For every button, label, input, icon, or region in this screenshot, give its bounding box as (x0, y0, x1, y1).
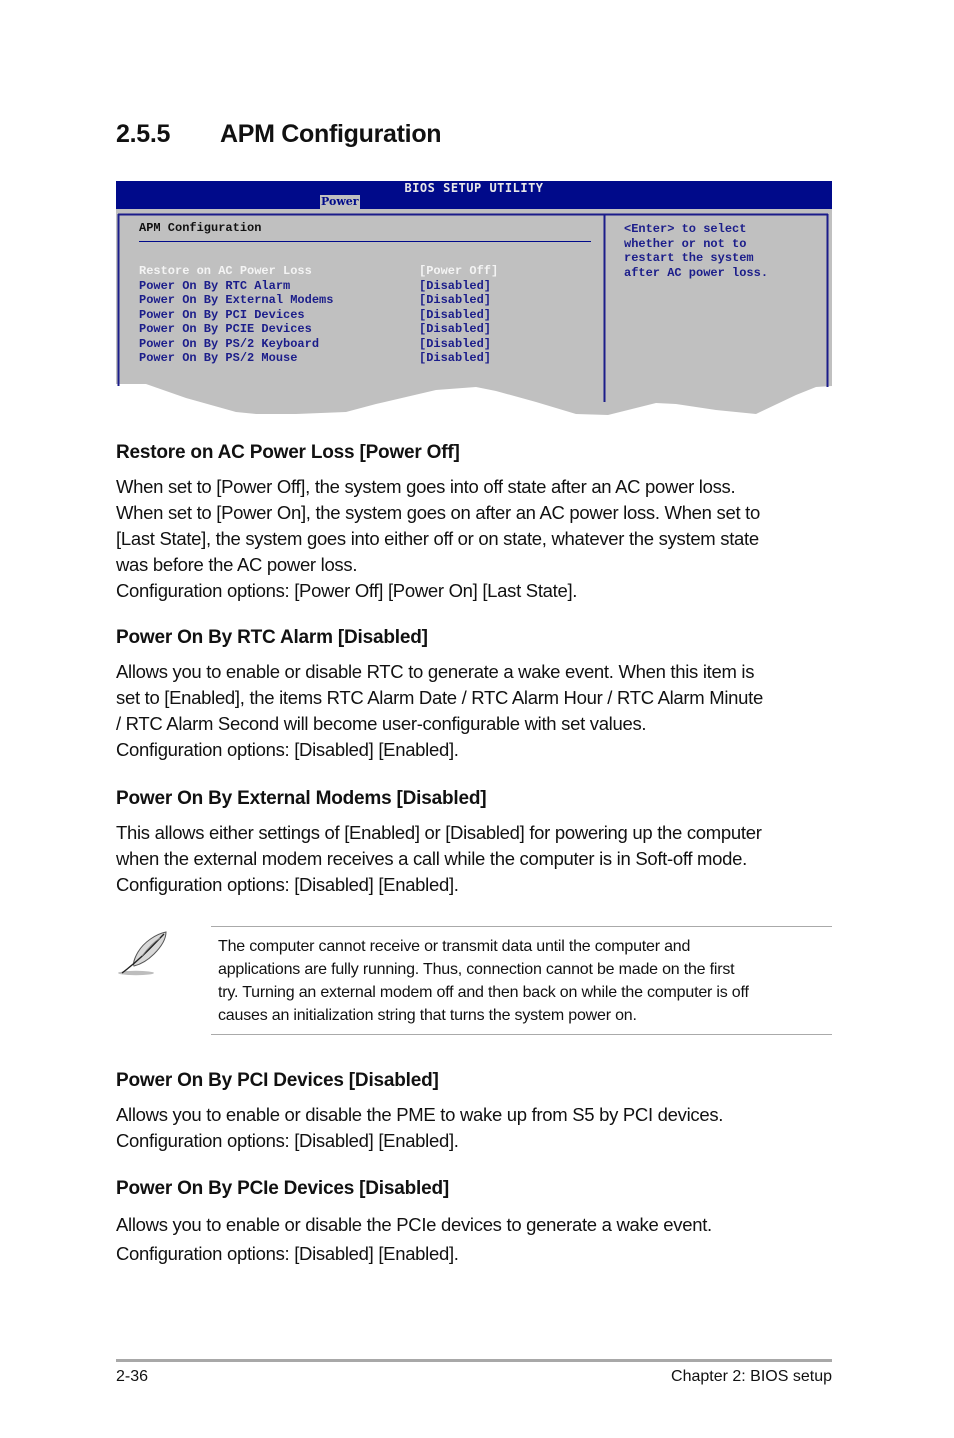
text-line: Configuration options: [Power Off] [Powe… (116, 580, 578, 601)
bios-item-value: [Disabled] (419, 336, 492, 351)
note-text: The computer cannot receive or transmit … (218, 935, 749, 1027)
bios-utility-title: BIOS SETUP UTILITY (404, 181, 544, 195)
note-box: The computer cannot receive or transmit … (116, 926, 832, 1036)
text-line: The computer cannot receive or transmit … (218, 938, 691, 955)
text-line: set to [Enabled], the items RTC Alarm Da… (116, 687, 763, 708)
bios-item-value: [Power Off] (419, 264, 499, 278)
text-line: Configuration options: [Disabled] [Enabl… (116, 1130, 459, 1151)
heading-external-modems: Power On By External Modems [Disabled] (116, 788, 487, 809)
text-line: Allows you to enable or disable RTC to g… (116, 661, 755, 682)
bios-item-label: Power On By PS/2 Keyboard (139, 336, 320, 351)
text-line: try. Turning an external modem off and t… (218, 984, 749, 1001)
text-line: [Last State], the system goes into eithe… (116, 528, 759, 549)
bios-item-rtc-alarm[interactable]: Power On By RTC Alarm [Disabled] (139, 279, 498, 294)
text-line: When set to [Power On], the system goes … (116, 502, 760, 523)
note-bottom-rule (211, 1034, 832, 1035)
bios-tab-power[interactable]: Power (320, 195, 360, 209)
bios-item-restore-ac-power-loss[interactable]: Restore on AC Power Loss [Power Off] (139, 264, 498, 279)
bios-item-pcie-devices[interactable]: Power On By PCIE Devices [Disabled] (139, 322, 498, 337)
section-title-text: APM Configuration (220, 120, 442, 148)
bios-item-label: Power On By External Modems (139, 293, 334, 307)
text-line: applications are fully running. Thus, co… (218, 961, 735, 978)
heading-pcie-devices: Power On By PCIe Devices [Disabled] (116, 1178, 450, 1199)
text-line: Configuration options: [Disabled] [Enabl… (116, 1243, 459, 1264)
bios-item-label: Restore on AC Power Loss (139, 264, 312, 278)
text-line: Allows you to enable or disable the PME … (116, 1104, 724, 1125)
bios-help-panel: <Enter> to select whether or not to restar… (624, 222, 768, 280)
text-line: When set to [Power Off], the system goes… (116, 476, 736, 497)
heading-pci-devices: Power On By PCI Devices [Disabled] (116, 1070, 439, 1091)
text-line: when the external modem receives a call … (116, 848, 747, 869)
section-title: 2.5.5 APM Configuration (116, 120, 442, 149)
bios-separator (139, 241, 591, 242)
bios-item-label: Power On By PS/2 Mouse (139, 351, 298, 365)
text-line: This allows either settings of [Enabled]… (116, 822, 762, 843)
bios-item-ps2-keyboard[interactable]: Power On By PS/2 Keyboard [Disabled] (139, 337, 498, 352)
bios-header-bar: BIOS SETUP UTILITY Power (116, 181, 832, 209)
help-line: whether or not to (624, 236, 747, 251)
bios-item-pci-devices[interactable]: Power On By PCI Devices [Disabled] (139, 308, 498, 323)
desc-restore-ac-power-loss: When set to [Power Off], the system goes… (116, 474, 836, 604)
heading-restore-ac-power-loss: Restore on AC Power Loss [Power Off] (116, 442, 460, 463)
bios-panel-heading: APM Configuration (139, 221, 262, 235)
bios-item-value: [Disabled] (419, 351, 492, 365)
desc-rtc-alarm: Allows you to enable or disable RTC to g… (116, 659, 836, 763)
text-line: Configuration options: [Disabled] [Enabl… (116, 874, 459, 895)
bios-item-label: Power On By PCIE Devices (139, 322, 312, 336)
bios-item-value: [Disabled] (419, 293, 492, 307)
chapter-label: Chapter 2: BIOS setup (671, 1368, 832, 1385)
note-top-rule (211, 926, 832, 927)
bios-item-list: Restore on AC Power Loss [Power Off] Powe… (139, 264, 498, 366)
bios-screenshot: BIOS SETUP UTILITY Power APM Configurati… (116, 181, 832, 416)
desc-pci-devices: Allows you to enable or disable the PME … (116, 1102, 836, 1154)
text-line: Configuration options: [Disabled] [Enabl… (116, 739, 459, 760)
bios-item-label: Power On By PCI Devices (139, 307, 305, 322)
text-line: causes an initialization string that tur… (218, 1007, 637, 1024)
bios-left-panel: APM Configuration (139, 221, 599, 236)
text-line: was before the AC power loss. (116, 554, 358, 575)
feather-quill-icon (118, 931, 167, 976)
text-line: / RTC Alarm Second will become user-conf… (116, 713, 647, 734)
page-number: 2-36 (116, 1368, 149, 1385)
desc-pcie-devices: Allows you to enable or disable the PCIe… (116, 1210, 836, 1268)
help-line: <Enter> to select (624, 222, 747, 236)
bios-item-ps2-mouse[interactable]: Power On By PS/2 Mouse [Disabled] (139, 351, 498, 366)
help-line: restart the system (624, 251, 754, 265)
footer-rule (116, 1359, 832, 1362)
bios-item-value: [Disabled] (419, 322, 492, 336)
bios-item-value: [Disabled] (419, 307, 492, 322)
bios-body: APM Configuration Restore on AC Power Lo… (116, 209, 832, 416)
help-line: after AC power loss. (624, 265, 769, 280)
section-number: 2.5.5 (116, 120, 171, 148)
desc-external-modems: This allows either settings of [Enabled]… (116, 820, 836, 898)
bios-item-external-modems[interactable]: Power On By External Modems [Disabled] (139, 293, 498, 308)
text-line: Allows you to enable or disable the PCIe… (116, 1214, 712, 1235)
bios-item-label: Power On By RTC Alarm (139, 278, 291, 293)
bios-item-value: [Disabled] (419, 278, 492, 293)
heading-rtc-alarm: Power On By RTC Alarm [Disabled] (116, 627, 428, 648)
